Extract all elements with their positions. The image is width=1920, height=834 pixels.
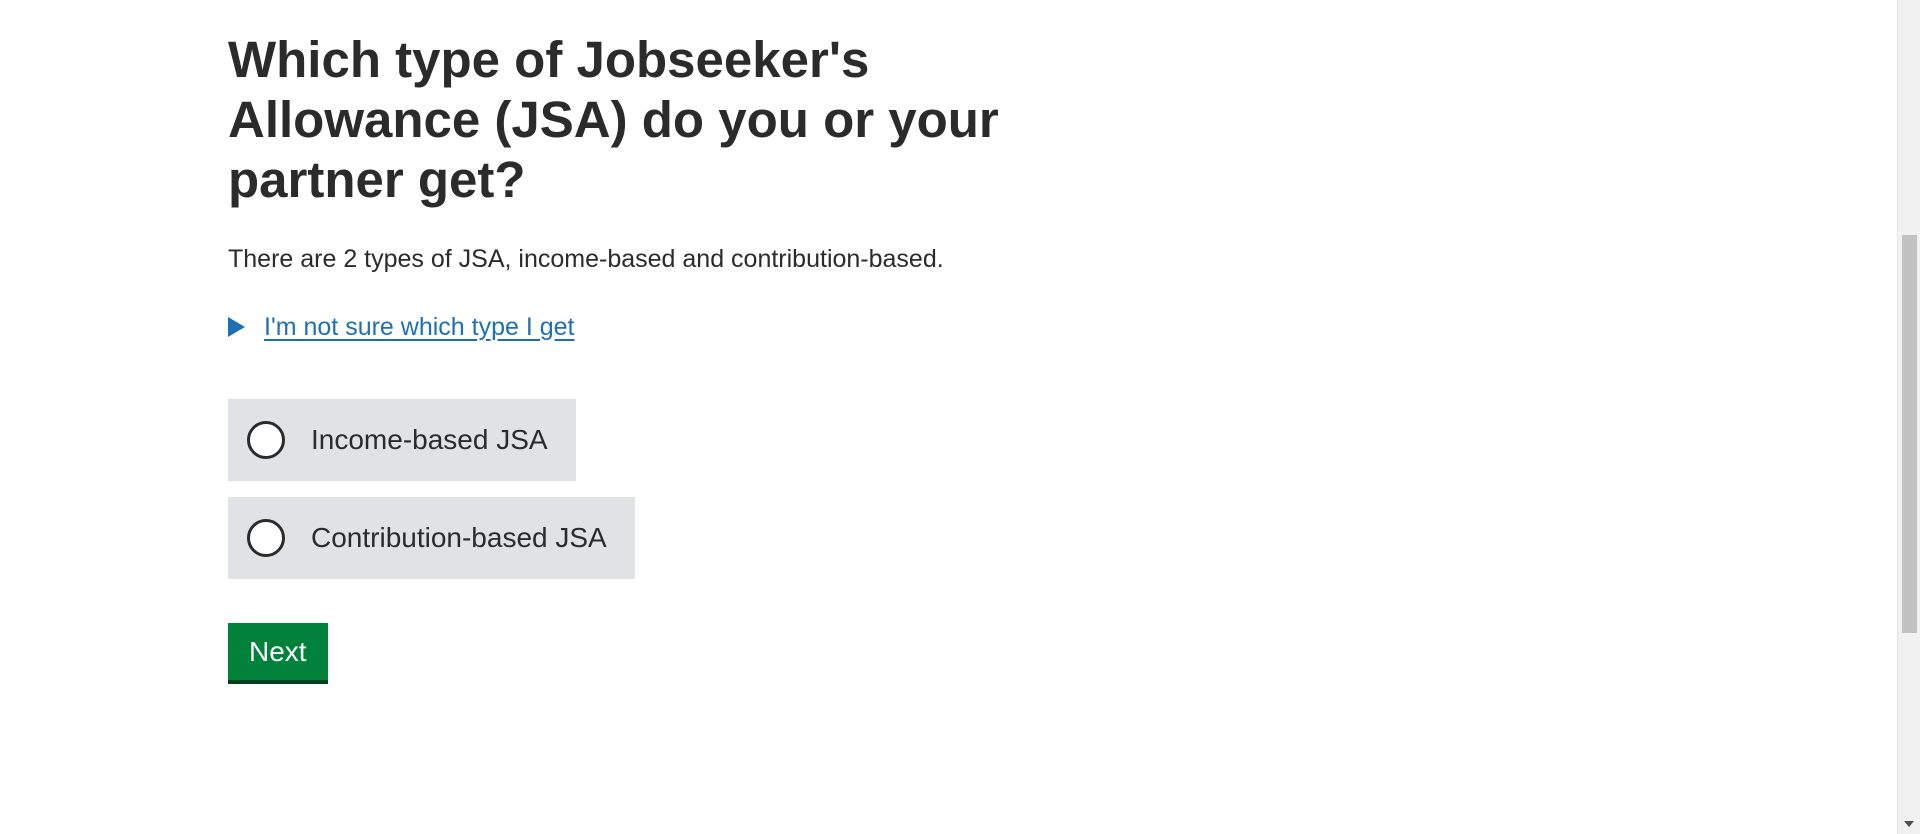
radio-option-income-based[interactable]: Income-based JSA [228, 399, 576, 481]
main-content: Which type of Jobseeker's Allowance (JSA… [228, 30, 1088, 680]
details-link[interactable]: I'm not sure which type I get [264, 313, 574, 342]
radio-button[interactable] [247, 421, 285, 459]
scroll-down-arrow-icon[interactable] [1904, 821, 1914, 827]
details-toggle[interactable]: I'm not sure which type I get [228, 312, 1088, 342]
page: Which type of Jobseeker's Allowance (JSA… [0, 0, 1920, 834]
next-button[interactable]: Next [228, 623, 328, 680]
radio-option-contribution-based[interactable]: Contribution-based JSA [228, 497, 635, 579]
radio-group: Income-based JSA Contribution-based JSA [228, 399, 1088, 579]
vertical-scrollbar[interactable] [1897, 0, 1920, 834]
triangle-right-icon[interactable] [228, 317, 245, 337]
page-title: Which type of Jobseeker's Allowance (JSA… [228, 31, 999, 208]
radio-label[interactable]: Contribution-based JSA [311, 522, 607, 554]
radio-button[interactable] [247, 519, 285, 557]
radio-label[interactable]: Income-based JSA [311, 424, 548, 456]
question-hint: There are 2 types of JSA, income-based a… [228, 245, 944, 273]
scrollbar-thumb[interactable] [1902, 235, 1917, 633]
